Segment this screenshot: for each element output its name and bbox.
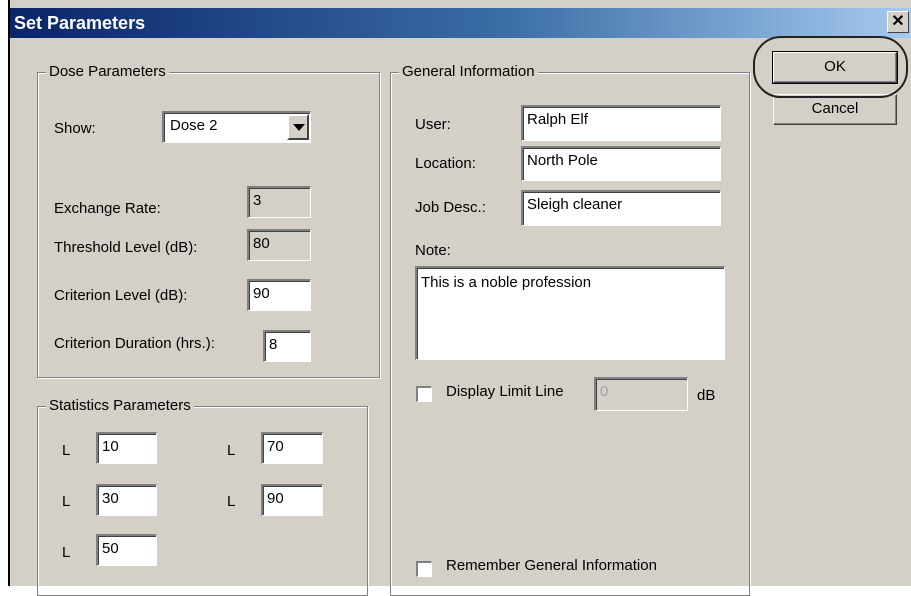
chevron-down-icon[interactable] — [287, 114, 309, 140]
stat-l90-input[interactable]: 90 — [261, 484, 323, 516]
statistics-parameters-legend: Statistics Parameters — [46, 397, 194, 415]
stat-l-label: L — [62, 442, 71, 459]
remember-general-info-checkbox[interactable] — [416, 561, 432, 577]
note-textarea[interactable]: This is a noble profession — [415, 266, 725, 360]
threshold-level-field: 80 — [247, 229, 311, 261]
user-input[interactable]: Ralph Elf — [521, 105, 721, 141]
limit-line-unit: dB — [697, 387, 716, 404]
stat-l70-input[interactable]: 70 — [261, 432, 323, 464]
criterion-duration-label: Criterion Duration (hrs.): — [54, 335, 215, 352]
limit-line-value-field: 0 — [594, 377, 688, 411]
show-label: Show: — [54, 120, 96, 137]
window-title: Set Parameters — [14, 13, 146, 33]
threshold-level-label: Threshold Level (dB): — [54, 239, 198, 256]
show-selected-value: Dose 2 — [170, 117, 218, 134]
stat-l50-input[interactable]: 50 — [96, 534, 157, 566]
stat-l-label: L — [62, 544, 71, 561]
location-label: Location: — [415, 155, 476, 172]
cancel-button[interactable]: Cancel — [773, 94, 897, 125]
job-description-input[interactable]: Sleigh cleaner — [521, 190, 721, 226]
exchange-rate-field: 3 — [247, 186, 311, 218]
title-bar: Set Parameters ✕ — [10, 8, 911, 38]
remember-general-info-label[interactable]: Remember General Information — [446, 557, 657, 574]
criterion-duration-input[interactable]: 8 — [263, 330, 311, 362]
location-input[interactable]: North Pole — [521, 146, 721, 181]
stat-l-label: L — [62, 493, 71, 510]
display-limit-line-checkbox[interactable] — [416, 386, 432, 402]
close-icon[interactable]: ✕ — [887, 11, 909, 33]
exchange-rate-label: Exchange Rate: — [54, 200, 161, 217]
stat-l-label: L — [227, 442, 236, 459]
user-label: User: — [415, 116, 451, 133]
note-label: Note: — [415, 242, 451, 259]
stat-l10-input[interactable]: 10 — [96, 432, 157, 464]
show-dropdown[interactable]: Dose 2 — [162, 111, 311, 143]
general-information-group: General Information User: Ralph Elf Loca… — [390, 63, 750, 596]
display-limit-line-label[interactable]: Display Limit Line — [446, 383, 564, 400]
statistics-parameters-group: Statistics Parameters L 10 L 70 L 30 L 9… — [37, 397, 368, 596]
highlight-annotation-oval — [753, 36, 908, 98]
stat-l-label: L — [227, 493, 236, 510]
general-information-legend: General Information — [399, 63, 538, 81]
dose-parameters-legend: Dose Parameters — [46, 63, 169, 81]
criterion-level-label: Criterion Level (dB): — [54, 287, 188, 304]
stat-l30-input[interactable]: 30 — [96, 484, 157, 516]
dose-parameters-group: Dose Parameters Show: Dose 2 Exchange Ra… — [37, 63, 380, 378]
job-description-label: Job Desc.: — [415, 199, 486, 216]
criterion-level-input[interactable]: 90 — [247, 279, 311, 311]
